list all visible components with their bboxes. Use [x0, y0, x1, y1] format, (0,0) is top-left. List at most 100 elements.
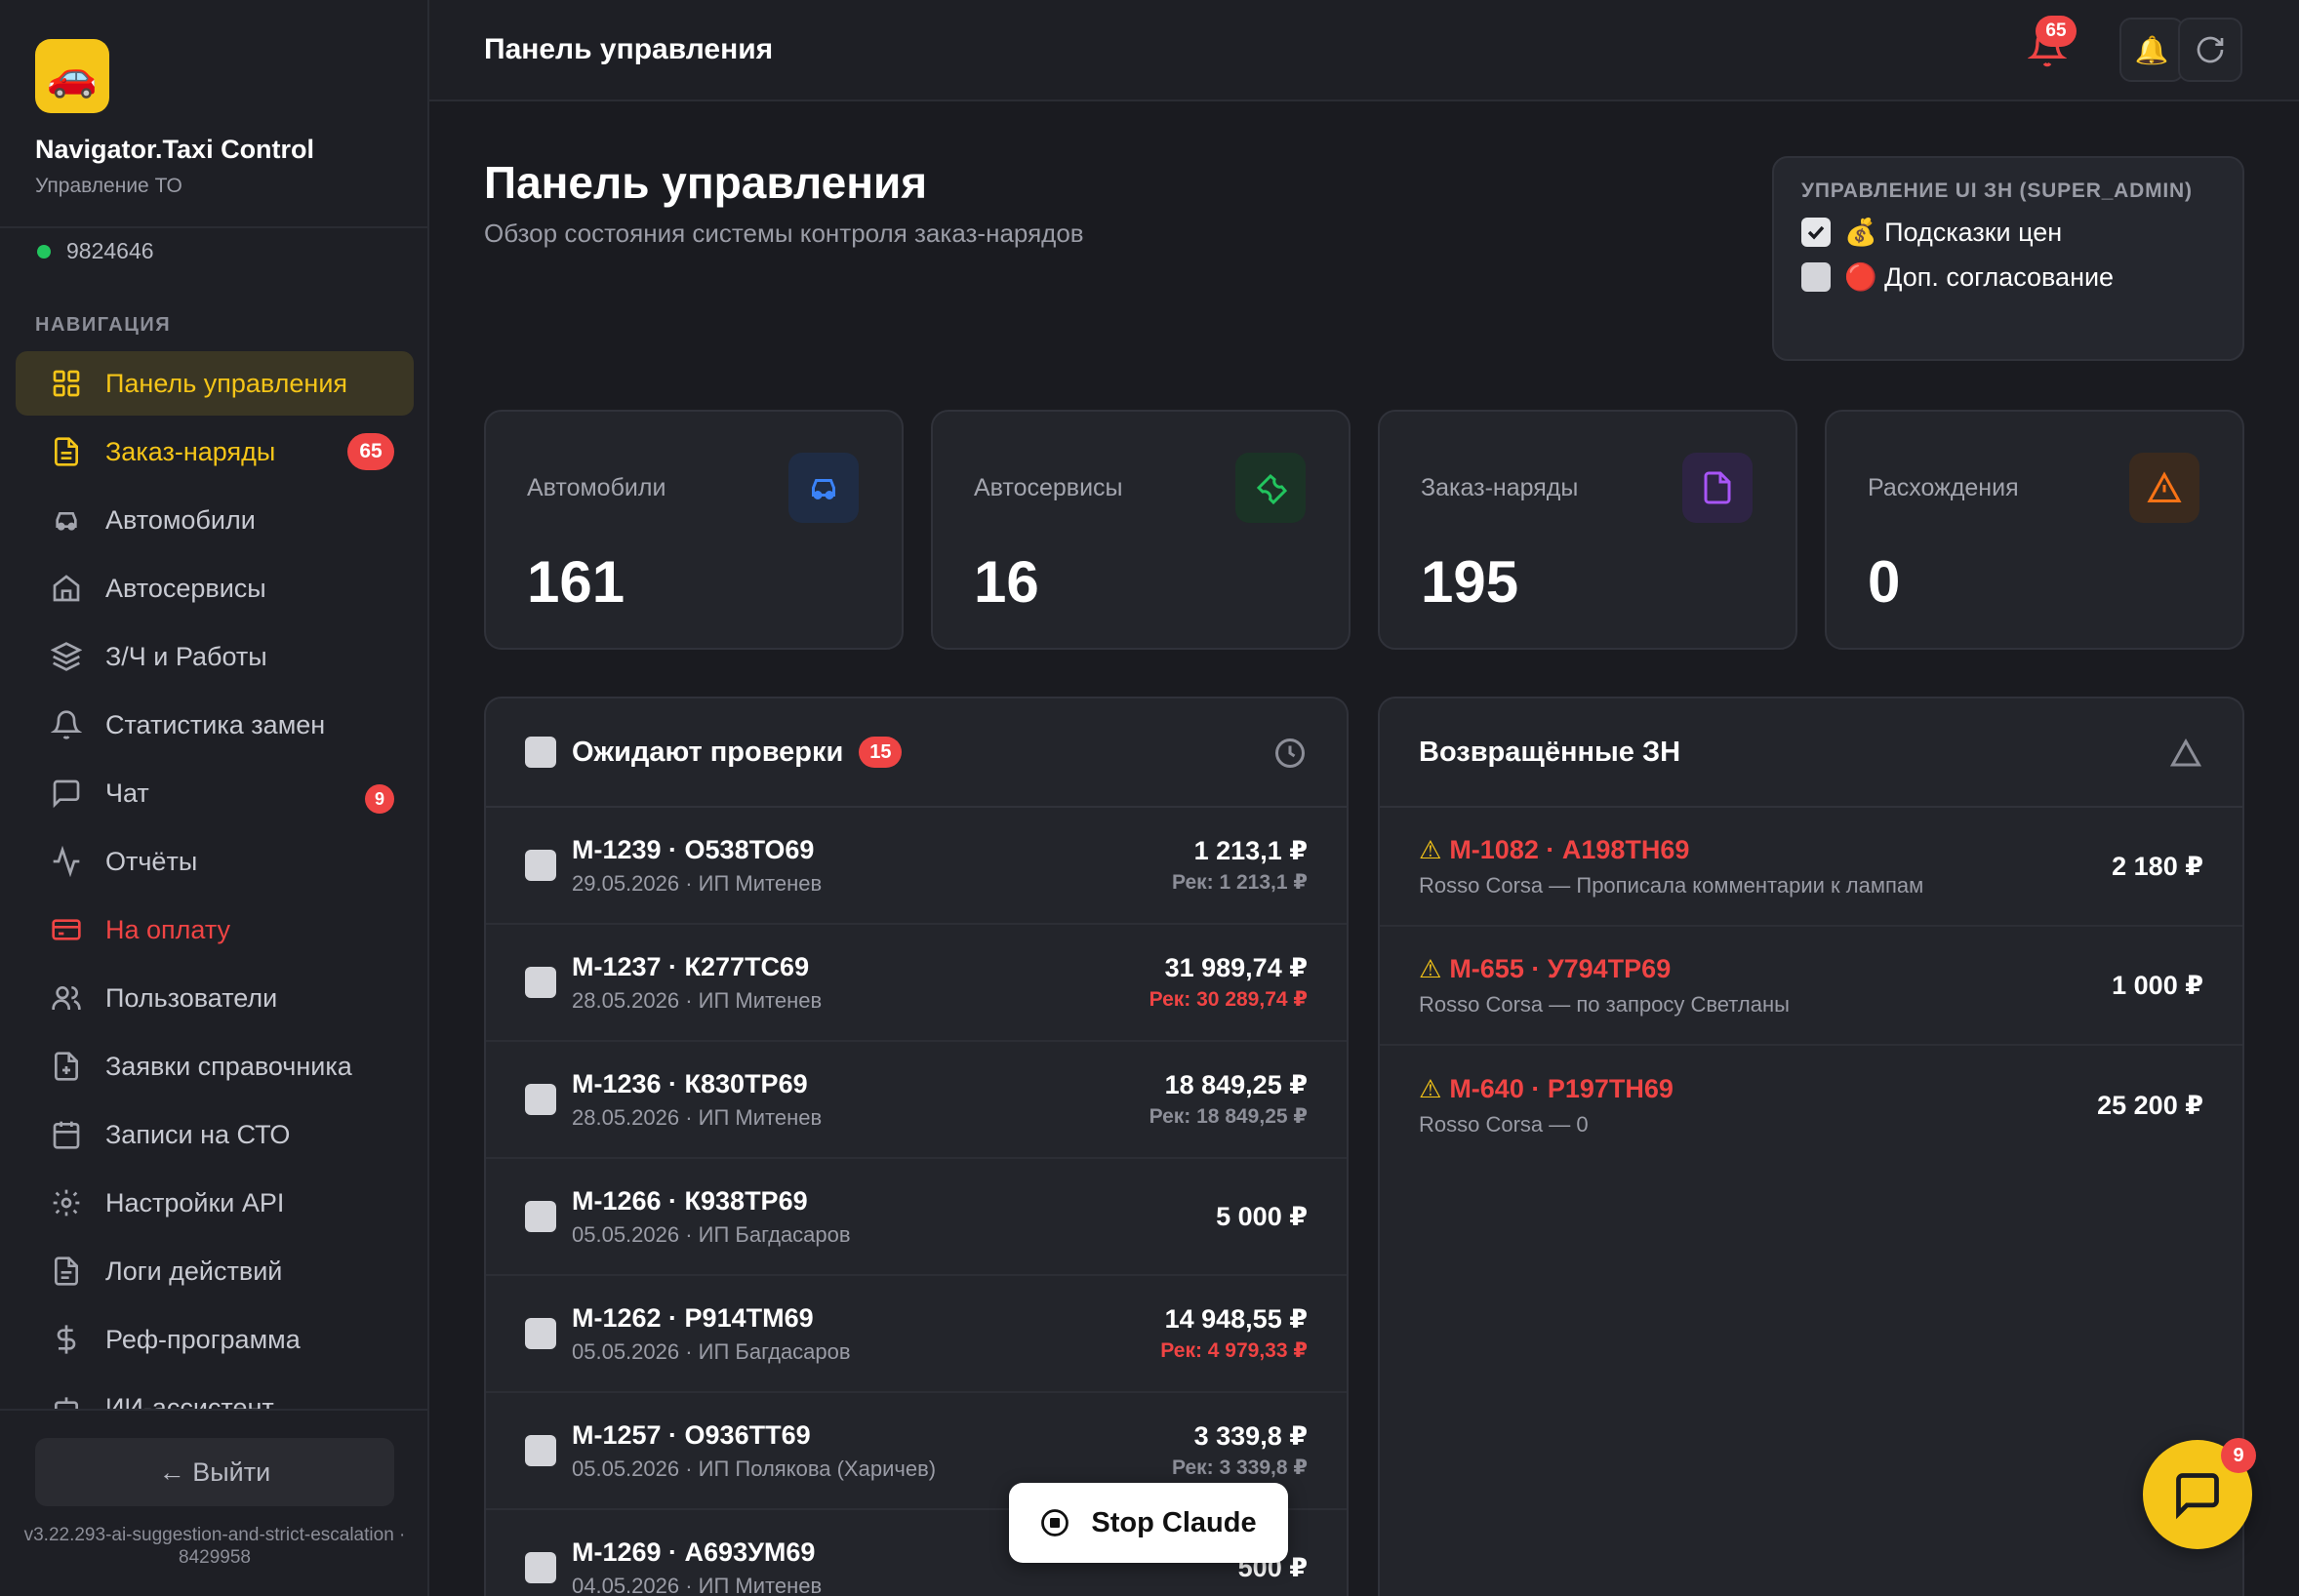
returned-title: М-640 · Р197ТН69	[1449, 1073, 1674, 1103]
nav-heading: НАВИГАЦИЯ	[35, 314, 172, 336]
sidebar-item-users[interactable]: Пользователи	[16, 966, 414, 1030]
work-order-meta: 05.05.2026 · ИП Полякова (Харичев)	[572, 1456, 937, 1481]
file-plus-icon	[55, 1052, 78, 1081]
work-orders-count-badge: 65	[347, 433, 394, 470]
row-checkbox[interactable]	[525, 1552, 556, 1583]
recommended-amount: Рек: 3 339,8 ₽	[1171, 1456, 1308, 1479]
stat-value: 0	[1868, 549, 1901, 615]
sidebar-item-label: Отчёты	[105, 846, 198, 876]
work-order-meta: 28.05.2026 · ИП Митенев	[572, 987, 823, 1013]
stop-icon	[1041, 1509, 1069, 1536]
row-checkbox[interactable]	[525, 967, 556, 998]
sidebar-item-reports[interactable]: Отчёты	[16, 829, 414, 894]
online-status-icon	[37, 244, 51, 259]
activity-icon	[53, 846, 80, 877]
car-icon	[56, 512, 77, 531]
checkmark-icon	[1807, 225, 1825, 240]
stat-card-work-orders[interactable]: Заказ-наряды 195	[1378, 410, 1797, 650]
pending-count-badge: 15	[859, 737, 903, 768]
sidebar-item-action-logs[interactable]: Логи действий	[16, 1239, 414, 1303]
work-order-row[interactable]: М-1266 · К938ТР69 05.05.2026 · ИП Багдаса…	[486, 1159, 1347, 1276]
stop-claude-button[interactable]: Stop Claude	[1009, 1483, 1288, 1563]
sidebar-item-payments[interactable]: На оплату	[16, 898, 414, 962]
warning-icon: ⚠	[1419, 953, 1442, 983]
price-hints-option[interactable]: 💰 Подсказки цен	[1801, 217, 2215, 248]
sidebar-item-label: Записи на СТО	[105, 1119, 291, 1149]
layers-icon	[51, 642, 82, 671]
work-order-meta: 05.05.2026 · ИП Багдасаров	[572, 1338, 851, 1364]
sidebar: 🚗 Navigator.Taxi Control Управление ТО 9…	[0, 0, 429, 1596]
sidebar-item-label: Заявки справочника	[105, 1051, 352, 1081]
row-checkbox[interactable]	[525, 850, 556, 881]
row-checkbox[interactable]	[525, 1084, 556, 1115]
divider	[0, 226, 427, 228]
returned-meta: Rosso Corsa — Прописала комментарии к ла…	[1419, 872, 1924, 898]
work-order-amount: 14 948,55 ₽	[1164, 1304, 1308, 1334]
row-checkbox[interactable]	[525, 1318, 556, 1349]
stat-card-discrepancies[interactable]: Расхождения 0	[1825, 410, 2244, 650]
sidebar-item-appointments[interactable]: Записи на СТО	[16, 1102, 414, 1167]
sidebar-item-work-orders[interactable]: Заказ-наряды 65	[16, 419, 414, 484]
dashboard-icon	[53, 370, 80, 397]
sidebar-item-label: Заказ-наряды	[105, 436, 276, 466]
sound-alert-button[interactable]: 🔔	[2119, 18, 2184, 82]
select-all-checkbox[interactable]	[525, 737, 556, 768]
topbar: Панель управления 65 🔔	[429, 0, 2299, 101]
option-label: 💰 Подсказки цен	[1844, 218, 2063, 247]
building-icon	[53, 575, 80, 602]
stat-label: Расхождения	[1868, 474, 2019, 501]
topbar-title: Панель управления	[484, 33, 774, 65]
row-checkbox[interactable]	[525, 1201, 556, 1232]
gear-icon	[53, 1189, 80, 1217]
sidebar-item-label: ИИ-ассистент	[105, 1392, 274, 1411]
returned-row[interactable]: ⚠ М-1082 · А198ТН69 Rosso Corsa — Прописа…	[1380, 808, 2242, 927]
row-checkbox[interactable]	[525, 1435, 556, 1466]
price-hints-checkbox[interactable]	[1801, 218, 1831, 247]
sidebar-item-api-settings[interactable]: Настройки API	[16, 1171, 414, 1235]
work-order-amount: 3 339,8 ₽	[1193, 1421, 1308, 1451]
sidebar-item-chat[interactable]: Чат 9	[16, 761, 414, 825]
sidebar-nav: Панель управления Заказ-наряды 65 Автомо…	[16, 351, 414, 1410]
stat-value: 195	[1421, 549, 1519, 615]
sidebar-item-label: Автосервисы	[105, 573, 266, 603]
sidebar-item-parts[interactable]: З/Ч и Работы	[16, 624, 414, 689]
sidebar-item-replacement-stats[interactable]: Статистика замен	[16, 693, 414, 757]
logout-button[interactable]: ← Выйти	[35, 1438, 394, 1506]
option-label: 🔴 Доп. согласование	[1844, 262, 2115, 292]
refresh-button[interactable]	[2178, 18, 2242, 82]
sidebar-item-services[interactable]: Автосервисы	[16, 556, 414, 620]
chat-icon	[53, 779, 80, 809]
user-id: 9824646	[66, 238, 154, 263]
work-order-title: М-1236 · К830ТР69	[572, 1068, 808, 1098]
credit-card-icon	[52, 919, 81, 940]
sidebar-item-dashboard[interactable]: Панель управления	[16, 351, 414, 416]
chat-count-badge: 9	[365, 784, 394, 814]
sidebar-item-label: Реф-программа	[105, 1324, 301, 1354]
stat-card-services[interactable]: Автосервисы 16	[931, 410, 1351, 650]
returned-title: М-655 · У794ТР69	[1449, 953, 1672, 983]
work-order-row[interactable]: М-1237 · К277ТС69 28.05.2026 · ИП Митенев…	[486, 925, 1347, 1042]
panel-title: Ожидают проверки	[572, 736, 844, 768]
sidebar-item-directory-requests[interactable]: Заявки справочника	[16, 1034, 414, 1098]
sidebar-item-ai-assistant[interactable]: ИИ-ассистент	[16, 1376, 414, 1410]
recommended-amount: Рек: 4 979,33 ₽	[1160, 1339, 1308, 1362]
returned-row[interactable]: ⚠ М-655 · У794ТР69 Rosso Corsa — по запро…	[1380, 927, 2242, 1046]
work-order-row[interactable]: М-1239 · О538ТО69 29.05.2026 · ИП Митенев…	[486, 808, 1347, 925]
recommended-amount: Рек: 18 849,25 ₽	[1149, 1105, 1308, 1128]
work-order-meta: 28.05.2026 · ИП Митенев	[572, 1104, 823, 1130]
sidebar-item-referral[interactable]: Реф-программа	[16, 1307, 414, 1372]
sidebar-item-cars[interactable]: Автомобили	[16, 488, 414, 552]
work-order-row[interactable]: М-1262 · Р914ТМ69 05.05.2026 · ИП Багдаса…	[486, 1276, 1347, 1393]
extra-approval-option[interactable]: 🔴 Доп. согласование	[1801, 261, 2215, 293]
stat-card-cars[interactable]: Автомобили 161	[484, 410, 904, 650]
work-order-row[interactable]: М-1236 · К830ТР69 28.05.2026 · ИП Митенев…	[486, 1042, 1347, 1159]
recommended-amount: Рек: 30 289,74 ₽	[1149, 988, 1308, 1011]
app-version: v3.22.293-ai-suggestion-and-strict-escal…	[23, 1525, 406, 1568]
returned-row[interactable]: ⚠ М-640 · Р197ТН69 Rosso Corsa — 0 25 200…	[1380, 1046, 2242, 1165]
extra-approval-checkbox[interactable]	[1801, 262, 1831, 292]
work-order-title: М-1266 · К938ТР69	[572, 1185, 808, 1216]
users-icon	[52, 986, 81, 1010]
stat-label: Заказ-наряды	[1421, 474, 1579, 501]
work-order-title: М-1262 · Р914ТМ69	[572, 1302, 814, 1333]
stop-button-label: Stop Claude	[1091, 1506, 1257, 1538]
